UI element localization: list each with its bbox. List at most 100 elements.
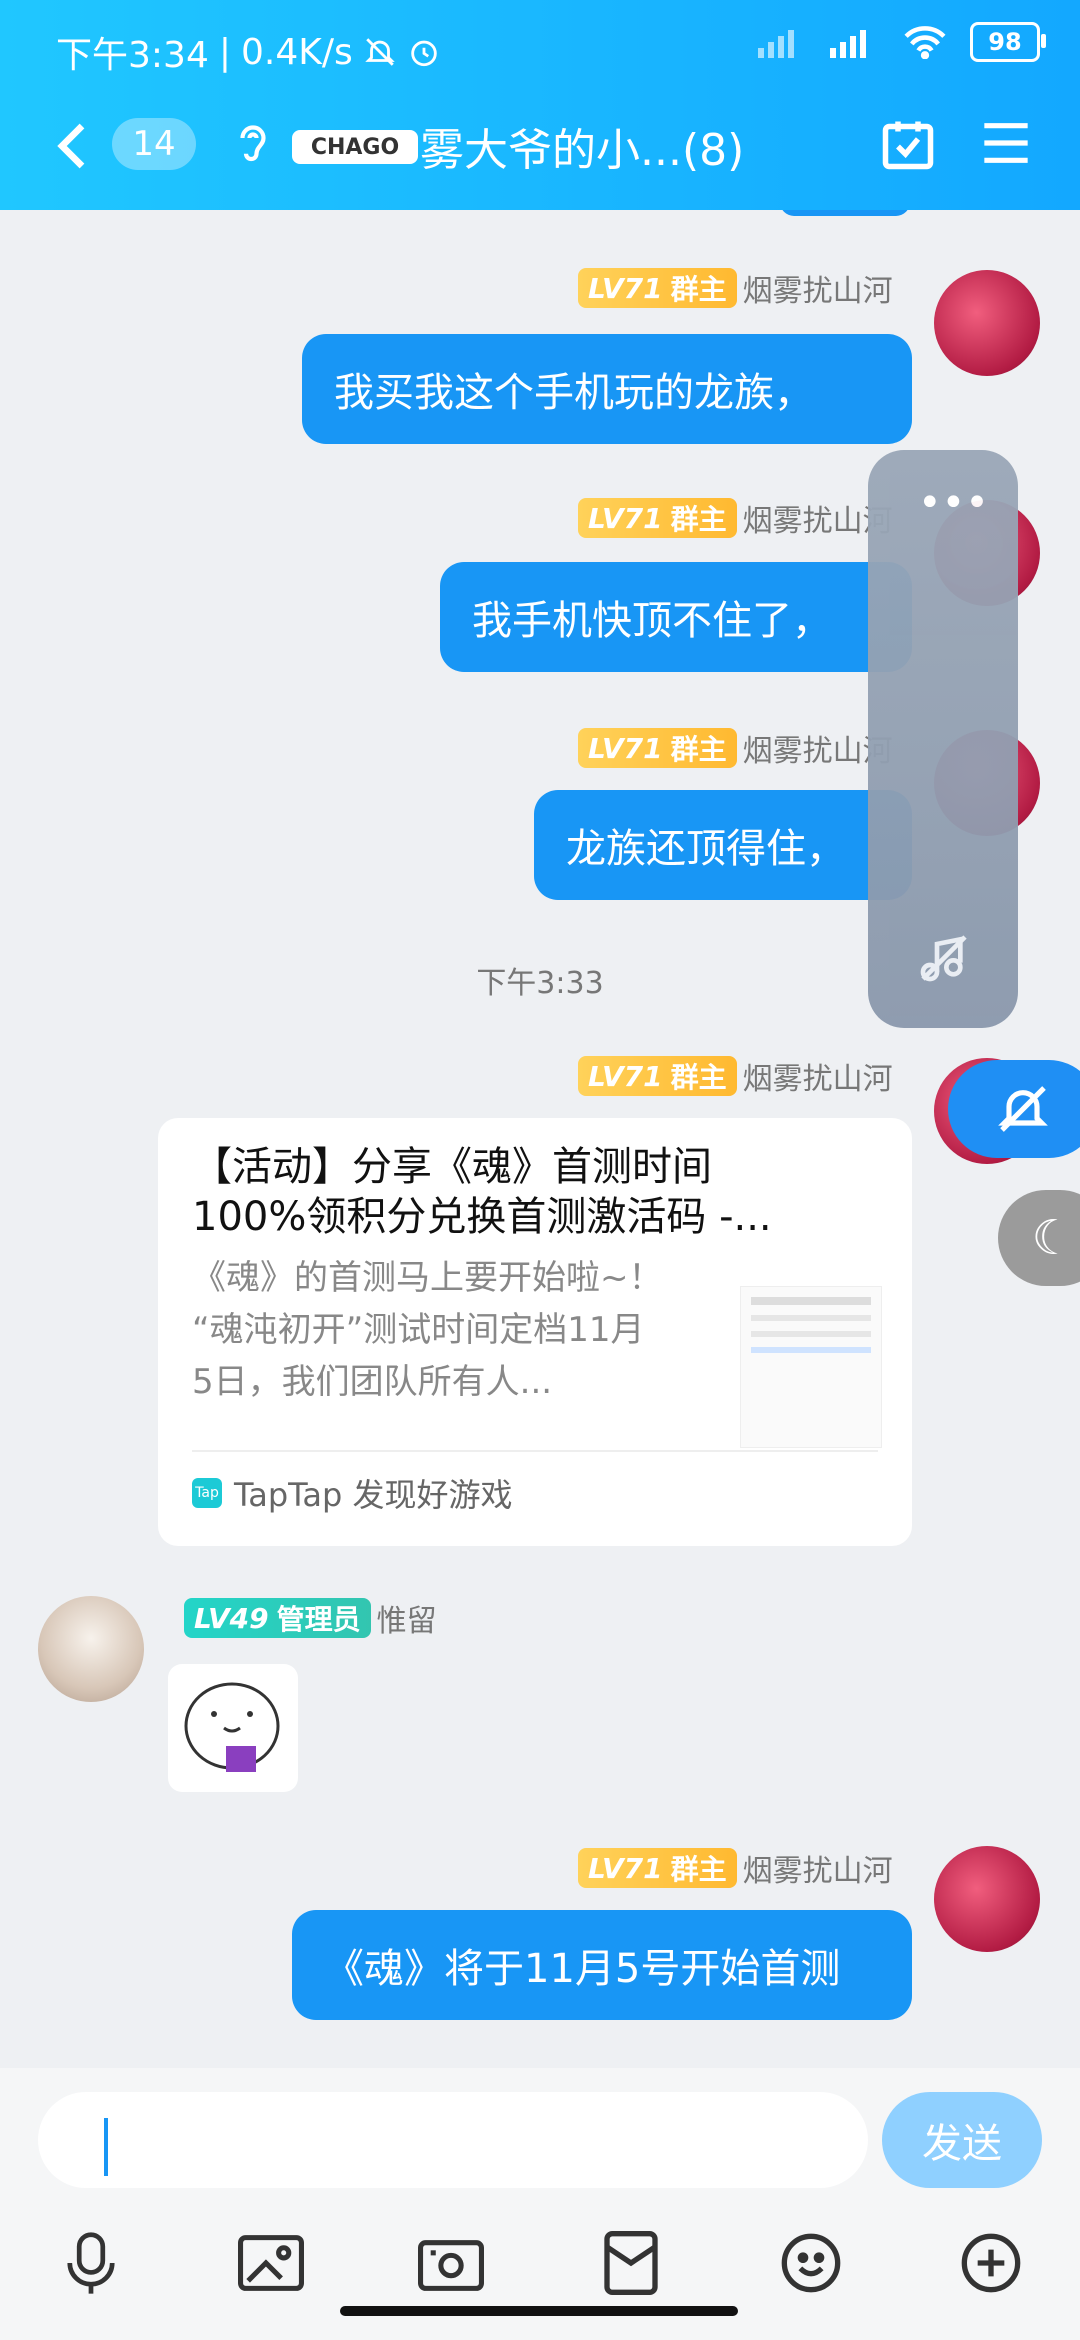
battery-indicator: 98 bbox=[970, 22, 1046, 62]
unread-count-badge[interactable]: 14 bbox=[112, 118, 196, 170]
more-options-button[interactable] bbox=[956, 2228, 1026, 2298]
sender-name[interactable]: 烟雾扰山河 bbox=[743, 1846, 893, 1890]
emoji-button[interactable] bbox=[776, 2228, 846, 2298]
more-icon[interactable]: ••• bbox=[918, 480, 989, 526]
camera-button[interactable] bbox=[416, 2228, 486, 2298]
status-separator: | bbox=[218, 31, 231, 73]
signal-icon-1 bbox=[758, 30, 794, 58]
sticker-message[interactable] bbox=[168, 1664, 298, 1792]
sender-name[interactable]: 惟留 bbox=[377, 1596, 437, 1640]
role-tag: 群主 bbox=[670, 733, 727, 766]
input-toolbar bbox=[0, 2218, 1080, 2298]
message-text: 龙族还顶得住， bbox=[566, 826, 846, 872]
alarm-icon bbox=[410, 40, 437, 67]
owner-badge: LV71 群主 bbox=[578, 1056, 737, 1096]
role-tag: 群主 bbox=[670, 1061, 727, 1094]
plus-icon bbox=[961, 2233, 1021, 2293]
owner-badge: LV71 群主 bbox=[578, 728, 737, 768]
back-button[interactable] bbox=[52, 118, 92, 188]
owner-badge: LV71 群主 bbox=[578, 268, 737, 308]
share-card-divider bbox=[192, 1450, 878, 1452]
status-left: 下午3:34 | 0.4K/s bbox=[56, 26, 441, 78]
role-tag: 群主 bbox=[670, 273, 727, 306]
avatar[interactable] bbox=[934, 270, 1040, 376]
share-card-desc-line: 5日，我们团队所有人... bbox=[192, 1362, 553, 1402]
send-label: 发送 bbox=[922, 2121, 1002, 2167]
level-tag: LV71 bbox=[588, 1059, 663, 1093]
avatar[interactable] bbox=[934, 1846, 1040, 1952]
message-bubble[interactable]: 《魂》将于11月5号开始首测 bbox=[292, 1910, 912, 2020]
share-card-title: 【活动】分享《魂》首测时间 100%领积分兑换首测激活码 -... bbox=[192, 1142, 872, 1242]
chevron-left-icon bbox=[57, 123, 85, 169]
network-speed: 0.4K/s bbox=[240, 31, 353, 73]
calendar-check-icon[interactable] bbox=[878, 114, 938, 174]
microphone-icon bbox=[67, 2232, 115, 2294]
message-bubble[interactable]: 龙族还顶得住， bbox=[534, 790, 912, 900]
red-packet-icon bbox=[604, 2231, 658, 2295]
share-card-source: Tap TapTap 发现好游戏 bbox=[192, 1470, 513, 1516]
floating-music-panel[interactable]: ••• bbox=[868, 450, 1018, 1028]
share-card-thumbnail bbox=[740, 1286, 882, 1448]
level-tag: LV49 bbox=[194, 1601, 269, 1635]
unread-count: 14 bbox=[132, 124, 176, 164]
message-text: 我手机快顶不住了， bbox=[472, 598, 832, 644]
admin-badge: LV49 管理员 bbox=[184, 1598, 371, 1638]
message-text: 《魂》将于11月5号开始首测 bbox=[324, 1946, 841, 1992]
share-card[interactable]: 【活动】分享《魂》首测时间 100%领积分兑换首测激活码 -... 《魂》的首测… bbox=[158, 1118, 912, 1546]
level-tag: LV71 bbox=[588, 731, 663, 765]
nav-bar: 14 CHAGO 雾大爷的小...(8) bbox=[0, 100, 1080, 190]
level-tag: LV71 bbox=[588, 1851, 663, 1885]
red-packet-button[interactable] bbox=[596, 2228, 666, 2298]
message-text: 我买我这个手机玩的龙族， bbox=[334, 370, 814, 416]
group-title[interactable]: 雾大爷的小...(8) bbox=[420, 114, 744, 178]
group-logo: CHAGO bbox=[292, 130, 418, 164]
status-time: 下午3:34 bbox=[56, 35, 209, 76]
sender-row: LV71 群主 烟雾扰山河 bbox=[578, 496, 893, 540]
bell-off-icon bbox=[998, 1086, 1048, 1132]
taptap-logo-icon: Tap bbox=[192, 1478, 222, 1508]
share-card-desc-line: “魂沌初开”测试时间定档11月 bbox=[192, 1310, 645, 1350]
role-tag: 管理员 bbox=[276, 1603, 361, 1636]
emoji-icon bbox=[781, 2233, 841, 2293]
previous-bubble-edge bbox=[780, 210, 910, 216]
level-tag: LV71 bbox=[588, 271, 663, 305]
app-header: 下午3:34 | 0.4K/s 98 14 CHAGO 雾大爷的小...(8) bbox=[0, 0, 1080, 210]
battery-level: 98 bbox=[988, 28, 1022, 56]
voice-button[interactable] bbox=[56, 2228, 126, 2298]
text-caret bbox=[104, 2118, 108, 2176]
status-right: 98 bbox=[758, 22, 1046, 62]
signal-icon-2 bbox=[830, 30, 866, 58]
level-tag: LV71 bbox=[588, 501, 663, 535]
owner-badge: LV71 群主 bbox=[578, 498, 737, 538]
music-off-icon[interactable] bbox=[916, 930, 972, 986]
sender-name[interactable]: 烟雾扰山河 bbox=[743, 1054, 893, 1098]
message-bubble[interactable]: 我买我这个手机玩的龙族， bbox=[302, 334, 912, 444]
share-card-description: 《魂》的首测马上要开始啦~！ “魂沌初开”测试时间定档11月 5日，我们团队所有… bbox=[192, 1252, 712, 1408]
role-tag: 群主 bbox=[670, 503, 727, 536]
wifi-icon bbox=[904, 26, 946, 59]
role-tag: 群主 bbox=[670, 1853, 727, 1886]
owner-badge: LV71 群主 bbox=[578, 1848, 737, 1888]
mute-notifications-button[interactable] bbox=[948, 1060, 1080, 1158]
sticker-character-icon bbox=[184, 1682, 280, 1772]
camera-icon bbox=[418, 2240, 484, 2291]
input-area: 发送 bbox=[0, 2068, 1080, 2340]
message-bubble[interactable]: 我手机快顶不住了， bbox=[440, 562, 912, 672]
mute-icon bbox=[364, 38, 395, 66]
sender-row: LV49 管理员 惟留 bbox=[184, 1596, 437, 1640]
send-button[interactable]: 发送 bbox=[882, 2092, 1042, 2188]
home-indicator bbox=[340, 2306, 738, 2316]
share-card-title-line: 【活动】分享《魂》首测时间 bbox=[192, 1144, 712, 1190]
moon-icon: ☾ bbox=[1031, 1210, 1075, 1266]
menu-icon[interactable] bbox=[980, 118, 1032, 168]
sender-row: LV71 群主 烟雾扰山河 bbox=[578, 266, 893, 310]
image-button[interactable] bbox=[236, 2228, 306, 2298]
sender-name[interactable]: 烟雾扰山河 bbox=[743, 266, 893, 310]
avatar[interactable] bbox=[38, 1596, 144, 1702]
image-icon bbox=[238, 2235, 304, 2291]
sender-row: LV71 群主 烟雾扰山河 bbox=[578, 726, 893, 770]
share-card-source-text: TapTap 发现好游戏 bbox=[234, 1476, 513, 1514]
share-card-desc-line: 《魂》的首测马上要开始啦~！ bbox=[192, 1258, 663, 1298]
ear-icon[interactable] bbox=[232, 120, 274, 170]
message-input[interactable] bbox=[38, 2092, 868, 2188]
